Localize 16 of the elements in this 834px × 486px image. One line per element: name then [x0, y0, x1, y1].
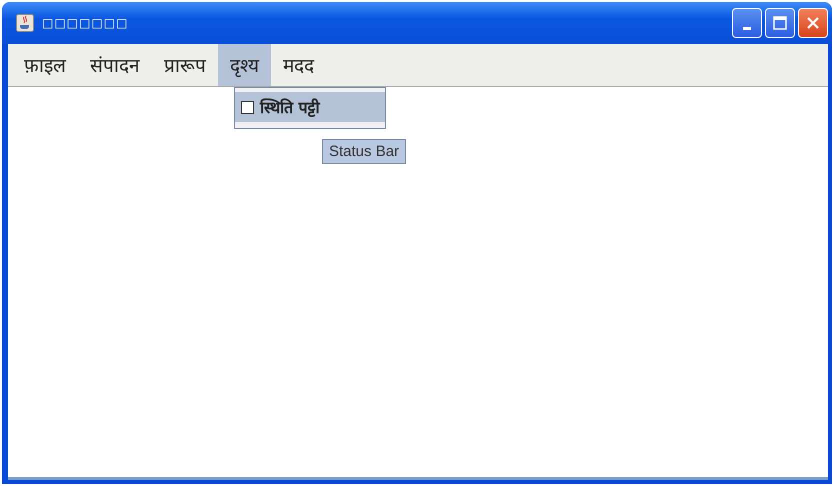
tooltip: Status Bar [322, 139, 406, 164]
window-title: □□□□□□□ [42, 16, 130, 30]
checkbox[interactable] [241, 100, 254, 114]
minimize-icon [743, 26, 751, 30]
maximize-button[interactable] [765, 8, 795, 38]
menu-item[interactable]: दृश्य [218, 44, 271, 86]
close-icon [806, 16, 820, 30]
checkbox-menu-item[interactable]: स्थिति पट्टी [235, 92, 385, 122]
close-button[interactable] [798, 8, 828, 38]
menu-item[interactable]: संपादन [78, 44, 152, 86]
menu-item[interactable]: प्रारूप [152, 44, 218, 86]
minimize-button[interactable] [732, 8, 762, 38]
menu-item[interactable]: मदद [271, 44, 326, 86]
coffee-cup-icon [16, 14, 34, 32]
maximize-icon [773, 16, 787, 30]
menu-item[interactable]: फ़ाइल [12, 44, 78, 86]
